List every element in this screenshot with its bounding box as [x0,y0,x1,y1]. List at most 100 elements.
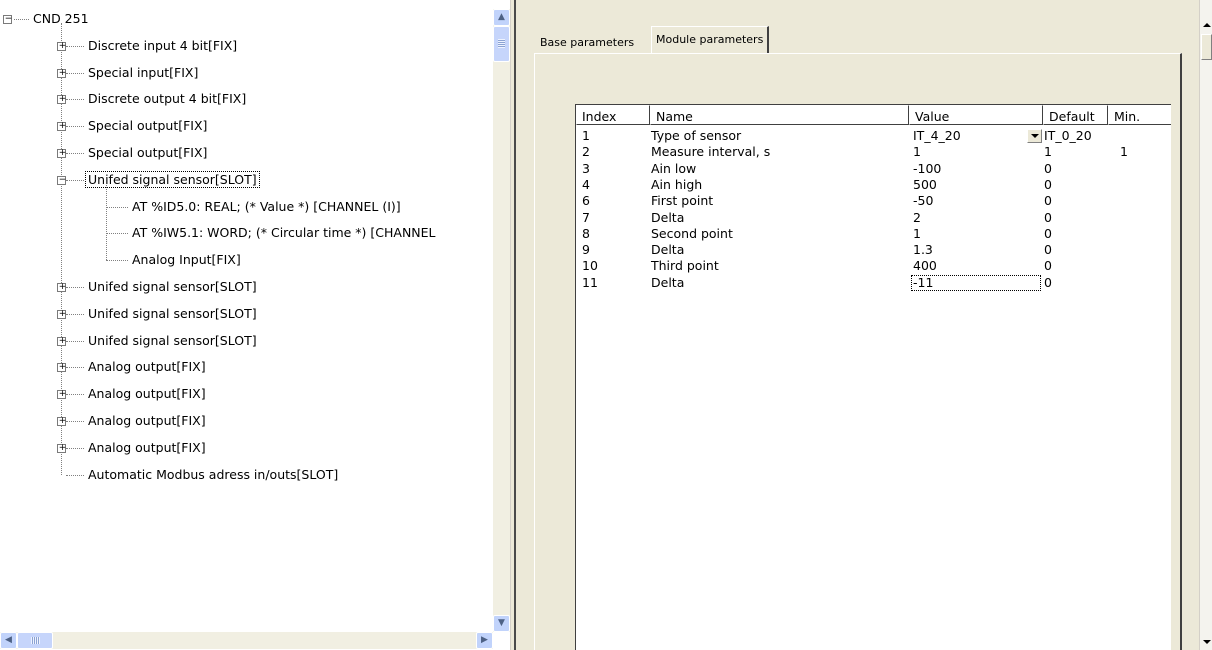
cell-value[interactable]: -11 [911,274,1041,291]
cell-index: 8 [582,225,590,241]
col-name-header[interactable]: Name [650,105,909,125]
tree-line [66,72,84,74]
pane-splitter[interactable] [510,0,525,650]
expand-plus-icon[interactable]: + [57,363,66,373]
cell-value[interactable]: 1.3 [913,242,933,258]
dropdown-arrow-icon[interactable] [1027,129,1042,143]
tree-node-analog-output-4[interactable]: Analog output[FIX] [86,439,208,457]
table-row[interactable]: 10 Third point 400 0 [576,258,1171,274]
cell-name: Measure interval, s [651,144,771,160]
tree-node-channel-value[interactable]: AT %ID5.0: REAL; (* Value *) [CHANNEL (I… [130,198,403,216]
cell-index: 3 [582,160,590,176]
cell-value[interactable]: 500 [913,177,937,193]
expand-plus-icon[interactable]: + [57,443,66,453]
tree-line [66,45,84,47]
tree-node-discrete-input[interactable]: Discrete input 4 bit[FIX] [86,37,239,55]
collapse-minus-icon[interactable]: − [3,15,12,24]
tree-node-analog-output-3[interactable]: Analog output[FIX] [86,412,208,430]
tree-node-analog-input[interactable]: Analog Input[FIX] [130,251,243,269]
tree-line [106,233,128,235]
expand-plus-icon[interactable]: + [57,68,66,78]
col-value-header[interactable]: Value [909,105,1043,125]
tab-module-parameters[interactable]: Module parameters [651,26,770,54]
tree-node-channel-circular-time[interactable]: AT %IW5.1: WORD; (* Circular time *) [CH… [130,224,438,242]
tree-node-unifed-sensor-4[interactable]: Unifed signal sensor[SLOT] [86,332,259,350]
scroll-down-button[interactable]: ▼ [493,615,510,632]
tree-node-special-output-1[interactable]: Special output[FIX] [86,117,209,135]
scroll-left-button[interactable]: ◀ [0,632,17,649]
arrow-up-icon[interactable] [1203,23,1211,27]
tree-node-label: Analog output[FIX] [88,386,206,402]
hscroll-thumb[interactable] [17,632,53,649]
tree-line [61,23,62,475]
expand-plus-icon[interactable]: + [57,417,66,426]
tab-base-parameters[interactable]: Base parameters [536,32,638,54]
col-min-header[interactable]: Min. [1108,105,1171,125]
collapse-minus-icon[interactable]: − [57,175,66,185]
tree-node-unifed-sensor-2[interactable]: Unifed signal sensor[SLOT] [86,278,259,296]
table-row[interactable]: 8 Second point 1 0 [576,226,1171,242]
tree-node-label: Discrete input 4 bit[FIX] [88,37,238,53]
scroll-up-button[interactable]: ▲ [493,9,510,26]
cell-value[interactable]: 1 [913,144,921,160]
table-row[interactable]: 9 Delta 1.3 0 [576,242,1171,258]
cell-min: 1 [1120,144,1128,160]
parameter-grid[interactable]: Index Name Value Default Min. 1 Type of s… [575,104,1171,650]
tree-horizontal-scrollbar[interactable]: ◀ ▶ [0,632,493,649]
tree-node-unifed-sensor-1[interactable]: Unifed signal sensor[SLOT] [85,170,486,189]
scroll-right-button[interactable]: ▶ [476,632,493,649]
tree-line [66,447,84,449]
tree-node-label: Analog output[FIX] [88,439,206,455]
tree-line [66,99,84,101]
tree-node-analog-output-2[interactable]: Analog output[FIX] [86,385,208,403]
tree-line [66,340,84,342]
tree-node-label: Unifed signal sensor[SLOT] [88,332,257,348]
arrow-down-icon[interactable] [1203,640,1211,644]
expand-plus-icon[interactable]: + [57,149,66,158]
tree-node-label: Analog output[FIX] [88,359,206,375]
tree-node-label: Special input[FIX] [88,64,199,80]
expand-plus-icon[interactable]: + [57,283,66,292]
expand-plus-icon[interactable]: + [57,336,66,346]
tree-node-analog-output-1[interactable]: Analog output[FIX] [86,358,208,376]
table-row[interactable]: 4 Ain high 500 0 [576,177,1171,193]
tree-node-label: Special output[FIX] [88,118,208,134]
tree-node-label: Discrete output 4 bit[FIX] [88,91,247,107]
tree-node-modbus-adress[interactable]: Automatic Modbus adress in/outs[SLOT] [86,466,340,484]
cell-index: 6 [582,193,590,209]
tree-line [66,287,84,288]
table-row[interactable]: 6 First point -50 0 [576,193,1171,209]
arrow-right-icon: ▶ [481,635,488,645]
arrow-left-icon: ◀ [5,635,12,645]
table-row[interactable]: 3 Ain low -100 0 [576,161,1171,177]
tree-node-discrete-output[interactable]: Discrete output 4 bit[FIX] [86,90,248,108]
cell-value[interactable]: 2 [913,210,921,226]
col-index-header[interactable]: Index [576,105,650,125]
cell-value[interactable]: IT_4_20 [913,128,961,144]
scroll-thumb[interactable] [1201,34,1212,60]
scroll-thumb[interactable] [493,26,510,62]
cell-value[interactable]: -50 [913,193,933,209]
expand-plus-icon[interactable]: + [57,122,66,132]
cell-value[interactable]: 1 [913,226,921,242]
tree-node-root[interactable]: CND 251 [31,10,91,28]
module-tree[interactable]: − CND 251 + Discrete input 4 bit[FIX] + Speci… [0,0,510,650]
tree-node-unifed-sensor-3[interactable]: Unifed signal sensor[SLOT] [86,305,259,323]
table-row[interactable]: 1 Type of sensor IT_4_20 IT_0_20 [576,128,1171,144]
col-default-header[interactable]: Default [1043,105,1108,125]
expand-plus-icon[interactable]: + [57,95,66,105]
tree-vertical-scrollbar[interactable]: ▲ ▼ [493,9,510,632]
tree-node-special-output-2[interactable]: Special output[FIX] [86,144,209,162]
expand-plus-icon[interactable]: + [57,390,66,400]
table-row[interactable]: 7 Delta 2 0 [576,210,1171,226]
expand-plus-icon[interactable]: + [57,309,66,319]
panel-vertical-scrollbar[interactable] [1199,0,1212,650]
cell-value[interactable]: 400 [913,258,937,274]
cell-default: 0 [1044,258,1052,274]
table-row[interactable]: 2 Measure interval, s 1 1 1 [576,144,1171,160]
cell-value[interactable]: -100 [913,161,941,177]
table-row[interactable]: 11 Delta -11 0 [576,274,1171,291]
expand-plus-icon[interactable]: + [57,41,66,51]
tree-node-label: Unifed signal sensor[SLOT] [88,305,257,321]
tree-node-special-input[interactable]: Special input[FIX] [86,64,200,82]
